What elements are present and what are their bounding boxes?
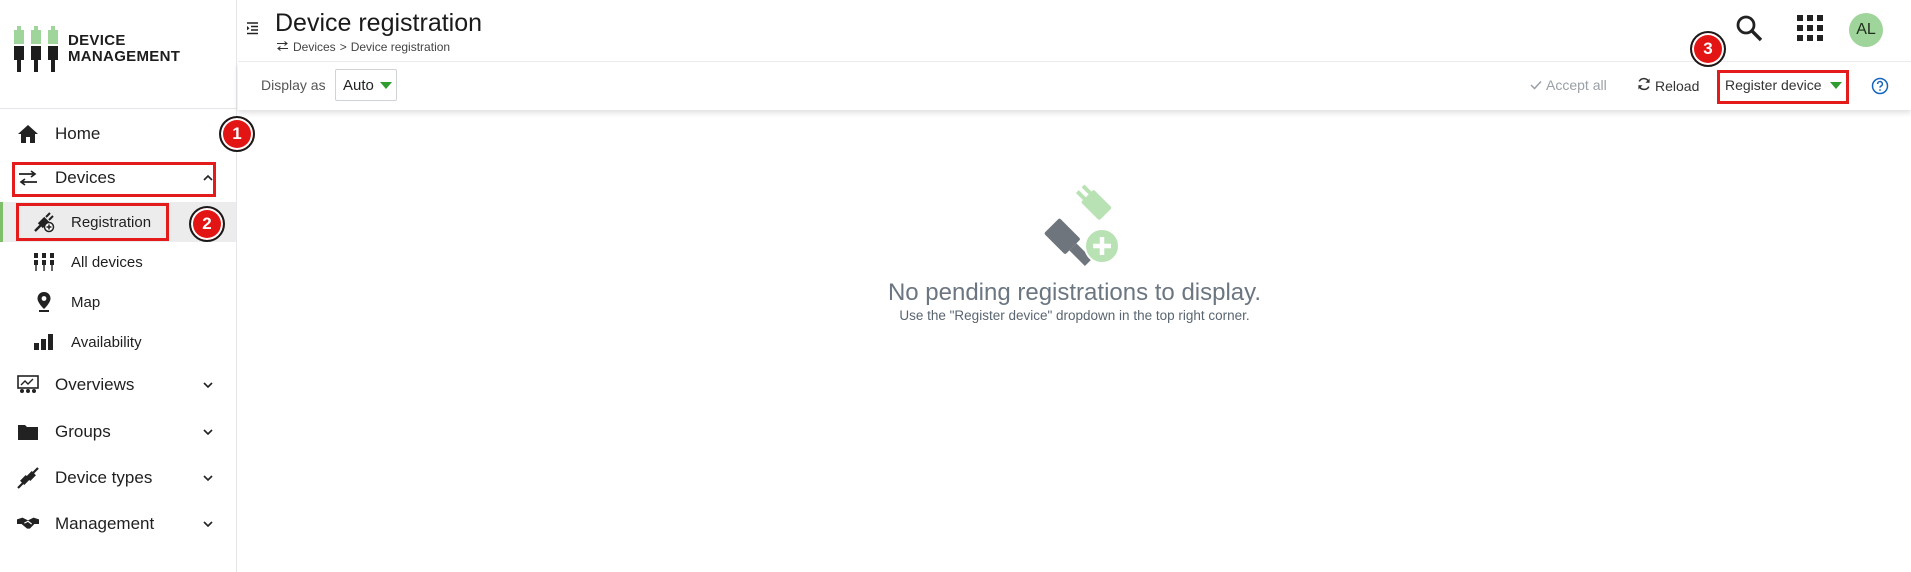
badge-3-label: 3 (1703, 39, 1713, 58)
nav-management-label: Management (55, 514, 155, 533)
devices-grid-icon (33, 251, 55, 273)
menu-toggle-icon[interactable] (246, 20, 262, 36)
display-as-select[interactable]: Auto (335, 69, 397, 101)
handshake-icon (17, 513, 39, 535)
plug-add-icon (33, 211, 55, 233)
display-as-value: Auto (343, 76, 374, 94)
nav-home[interactable]: Home (0, 122, 236, 146)
nav-registration-label: Registration (71, 213, 152, 231)
folder-icon (17, 421, 39, 443)
annotation-badge-2: 2 (189, 206, 225, 242)
nav-all-devices[interactable]: All devices (0, 242, 236, 282)
nav-device-types[interactable]: Device types (0, 466, 236, 490)
checkmark-icon (1530, 77, 1542, 93)
plug-add-illustration-icon (1027, 175, 1127, 272)
avatar[interactable]: AL (1849, 13, 1883, 47)
app-logo[interactable]: DEVICE MANAGEMENT (12, 26, 180, 72)
chevron-down-icon (202, 472, 214, 484)
chevron-up-icon (202, 172, 214, 184)
swap-arrows-icon (17, 167, 39, 189)
reload-label: Reload (1655, 77, 1700, 94)
apps-grid-icon[interactable] (1794, 12, 1826, 44)
home-icon (17, 123, 39, 145)
register-device-label: Register device (1725, 77, 1822, 93)
annotation-badge-3: 3 (1690, 31, 1726, 67)
search-icon[interactable] (1733, 12, 1765, 44)
breadcrumb-current: Device registration (350, 40, 451, 54)
nav-overviews-label: Overviews (55, 375, 135, 394)
nav-groups-label: Groups (55, 422, 111, 441)
presentation-board-icon (17, 374, 39, 396)
caret-down-icon (379, 81, 392, 89)
nav-all-devices-label: All devices (71, 253, 143, 271)
accept-all-button[interactable]: Accept all (1530, 77, 1607, 93)
accept-all-label: Accept all (1546, 77, 1607, 93)
nav-home-label: Home (55, 124, 101, 143)
page-header: Device registration Devices > Device reg… (238, 0, 1911, 62)
avatar-initials: AL (1856, 21, 1876, 38)
logo-line1: DEVICE (68, 32, 126, 49)
caret-down-icon (1829, 81, 1842, 89)
divider (0, 108, 236, 109)
nav-overviews[interactable]: Overviews (0, 373, 236, 397)
nav-devices-label: Devices (55, 168, 116, 187)
nav-groups[interactable]: Groups (0, 420, 236, 444)
reload-icon (1637, 77, 1651, 94)
breadcrumb-separator: > (339, 40, 347, 54)
nav-map-label: Map (71, 293, 101, 311)
action-toolbar: Display as Auto Accept all Reload Regist… (238, 62, 1911, 110)
chevron-down-icon (202, 518, 214, 530)
annotation-badge-1: 1 (219, 116, 255, 152)
nav-availability[interactable]: Availability (0, 322, 236, 362)
chevron-down-icon (202, 426, 214, 438)
empty-state-subtitle: Use the "Register device" dropdown in th… (899, 308, 1250, 323)
display-as-label: Display as (261, 77, 326, 93)
badge-1-label: 1 (232, 124, 242, 143)
page-title: Device registration (275, 9, 483, 37)
bar-chart-icon (33, 331, 55, 353)
nav-availability-label: Availability (71, 333, 142, 351)
nav-map[interactable]: Map (0, 282, 236, 322)
nav-device-types-label: Device types (55, 468, 153, 487)
sidebar: DEVICE MANAGEMENT Home Devices Registrat… (0, 0, 237, 572)
breadcrumb: Devices > Device registration (276, 40, 450, 54)
breadcrumb-devices[interactable]: Devices (293, 40, 336, 54)
nav-devices[interactable]: Devices (0, 166, 236, 190)
chevron-down-icon (202, 379, 214, 391)
help-icon[interactable] (1871, 77, 1889, 100)
register-device-dropdown[interactable]: Register device (1725, 77, 1842, 93)
badge-2-label: 2 (202, 214, 212, 233)
logo-line2: MANAGEMENT (68, 48, 181, 65)
empty-state-title: No pending registrations to display. (887, 279, 1262, 306)
swap-arrows-icon (276, 40, 289, 54)
plug-connect-icon (17, 467, 39, 489)
plug-logo-icon (14, 26, 58, 72)
reload-button[interactable]: Reload (1637, 77, 1699, 94)
map-pin-icon (33, 291, 55, 313)
nav-management[interactable]: Management (0, 512, 236, 536)
